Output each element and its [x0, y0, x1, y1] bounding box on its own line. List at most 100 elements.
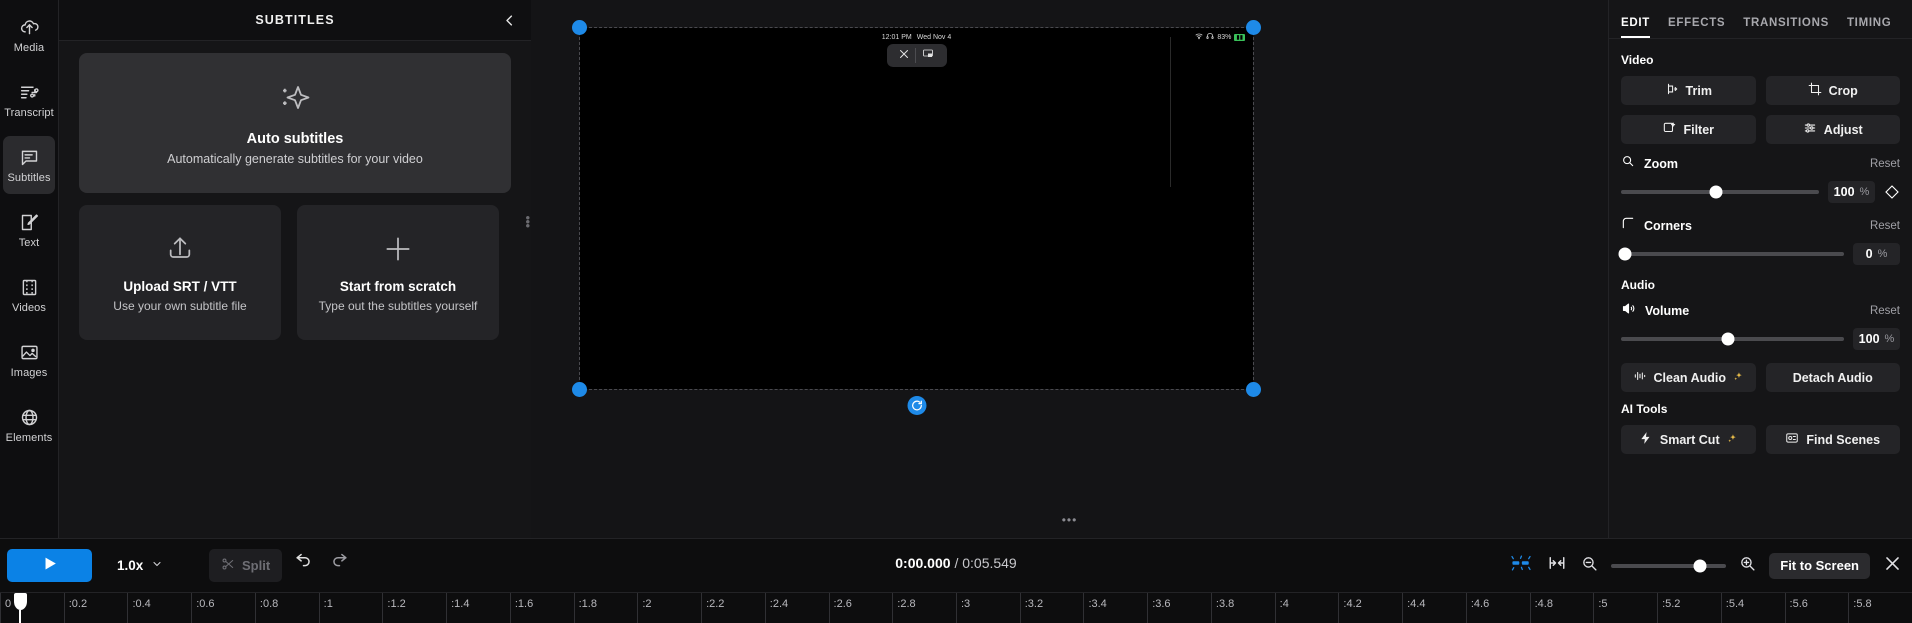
smart-cut-button[interactable]: Smart Cut — [1621, 425, 1756, 454]
plus-icon — [382, 233, 414, 270]
zoom-value-field[interactable]: 100 % — [1828, 181, 1875, 203]
film-icon — [19, 277, 40, 298]
button-label: Trim — [1685, 83, 1712, 98]
timeline-zoom-knob[interactable] — [1693, 559, 1707, 572]
ruler-tick: :1.2 — [382, 593, 406, 623]
ruler-tick: :4.8 — [1529, 593, 1553, 623]
playhead-head — [14, 593, 27, 610]
sidebar-item-media[interactable]: Media — [3, 6, 55, 64]
time-separator: / — [950, 555, 963, 571]
left-nav-rail: Media Transcript Subtitles Text Videos I… — [0, 0, 59, 538]
tab-effects[interactable]: EFFECTS — [1668, 17, 1725, 38]
sidebar-item-transcript[interactable]: Transcript — [3, 71, 55, 129]
inspector-body: Video Trim Crop Filter Adjust Zoom Reset… — [1609, 39, 1912, 454]
auto-subtitles-card[interactable]: Auto subtitles Automatically generate su… — [79, 53, 511, 193]
page-title: SUBTITLES — [255, 13, 335, 27]
zoom-unit: % — [1859, 186, 1870, 198]
subtitles-icon — [19, 147, 40, 168]
ruler-tick: :1 — [318, 593, 333, 623]
video-editor-app: Media Transcript Subtitles Text Videos I… — [0, 0, 1912, 623]
corners-value-field[interactable]: 0 % — [1853, 243, 1900, 265]
zoom-slider[interactable] — [1621, 185, 1819, 199]
diamond-keyframe-icon[interactable] — [1884, 184, 1900, 200]
inspector-panel: EDIT EFFECTS TRANSITIONS TIMING Video Tr… — [1608, 0, 1912, 538]
ruler-tick: :2.2 — [701, 593, 724, 623]
zoom-reset-button[interactable]: Reset — [1870, 158, 1900, 170]
resize-handle-bottom-right[interactable] — [1246, 382, 1261, 397]
bolt-icon — [1639, 431, 1653, 448]
filter-button[interactable]: Filter — [1621, 115, 1756, 144]
audio-sync-icon[interactable] — [1509, 553, 1533, 578]
ruler-tick: :3.4 — [1083, 593, 1107, 623]
upload-icon — [164, 233, 196, 270]
volume-value: 100 — [1858, 332, 1880, 346]
zoom-slider-knob[interactable] — [1709, 185, 1723, 199]
zoom-in-icon[interactable] — [1739, 555, 1756, 577]
corners-control: Corners Reset 0 % — [1618, 216, 1900, 265]
sidebar-item-label: Subtitles — [7, 171, 51, 184]
resize-handle-top-right[interactable] — [1246, 20, 1261, 35]
clean-audio-button[interactable]: Clean Audio — [1621, 363, 1756, 392]
crop-button[interactable]: Crop — [1765, 76, 1900, 105]
timeline-ruler[interactable]: 0:0.2:0.4:0.6:0.8:1:1.2:1.4:1.6:1.8:2:2.… — [0, 592, 1912, 623]
sidebar-item-text[interactable]: Text — [3, 201, 55, 259]
volume-reset-button[interactable]: Reset — [1870, 305, 1900, 317]
corners-slider[interactable] — [1618, 247, 1844, 261]
close-icon[interactable] — [898, 47, 910, 65]
bottom-toolbar: 1.0x Split 0:00.000 / 0:05.549 Fit to Sc… — [0, 538, 1912, 623]
start-from-scratch-card[interactable]: Start from scratch Type out the subtitle… — [297, 205, 499, 340]
volume-value-field[interactable]: 100 % — [1853, 328, 1900, 350]
video-buttons-grid: Trim Crop Filter Adjust — [1621, 76, 1900, 144]
timeline-zoom-slider[interactable] — [1611, 559, 1727, 572]
video-section-label: Video — [1621, 53, 1654, 67]
card-subtitle: Use your own subtitle file — [113, 298, 247, 313]
status-indicators: 83% ▮▮ — [1195, 32, 1245, 42]
resize-handle-bottom-left[interactable] — [572, 382, 587, 397]
fit-to-screen-button[interactable]: Fit to Screen — [1769, 552, 1870, 579]
zoom-out-icon[interactable] — [1581, 555, 1598, 577]
magnifier-icon — [1621, 154, 1635, 173]
ruler-tick: :2 — [637, 593, 652, 623]
card-title: Start from scratch — [339, 278, 457, 294]
close-icon[interactable] — [1883, 554, 1902, 578]
find-scenes-button[interactable]: Find Scenes — [1765, 425, 1900, 454]
chevron-left-icon[interactable] — [497, 8, 521, 32]
sidebar-item-subtitles[interactable]: Subtitles — [3, 136, 55, 194]
waveform-icon — [1633, 369, 1647, 386]
crop-icon — [1808, 82, 1822, 99]
volume-slider-knob[interactable] — [1721, 332, 1735, 346]
adjust-button[interactable]: Adjust — [1765, 115, 1900, 144]
scissors-icon — [221, 557, 235, 574]
fit-clip-icon[interactable] — [1546, 554, 1568, 577]
resize-handle-top-left[interactable] — [572, 20, 587, 35]
detach-audio-button[interactable]: Detach Audio — [1765, 363, 1900, 392]
sidebar-item-elements[interactable]: Elements — [3, 396, 55, 454]
ruler-tick: :4.4 — [1402, 593, 1425, 623]
transcript-icon — [19, 82, 40, 103]
sidebar-item-images[interactable]: Images — [3, 331, 55, 389]
tab-transitions[interactable]: TRANSITIONS — [1743, 17, 1829, 38]
timeline-drag-handle[interactable]: ••• — [1062, 513, 1078, 527]
trim-button[interactable]: Trim — [1621, 76, 1756, 105]
tab-edit[interactable]: EDIT — [1621, 17, 1650, 38]
upload-srt-vtt-card[interactable]: Upload SRT / VTT Use your own subtitle f… — [79, 205, 281, 340]
corners-reset-button[interactable]: Reset — [1870, 220, 1900, 232]
button-label: Adjust — [1823, 122, 1863, 137]
video-canvas[interactable]: 12:01 PM Wed Nov 4 83% ▮▮ — [572, 20, 1261, 415]
redo-button[interactable] — [330, 549, 349, 573]
undo-button[interactable] — [294, 549, 313, 573]
rotate-icon[interactable] — [907, 396, 926, 415]
play-button[interactable] — [7, 549, 92, 582]
playback-speed-dropdown[interactable]: 1.0x — [107, 549, 173, 582]
panel-resize-handle[interactable]: • • • — [525, 211, 530, 232]
split-button[interactable]: Split — [209, 549, 283, 582]
screen-capture-icon[interactable] — [921, 47, 935, 65]
corners-slider-knob[interactable] — [1618, 247, 1632, 261]
sidebar-item-label: Videos — [11, 301, 47, 314]
tab-timing[interactable]: TIMING — [1847, 17, 1891, 38]
ruler-tick: :0.6 — [191, 593, 215, 623]
sidebar-item-videos[interactable]: Videos — [3, 266, 55, 324]
transport-row: 1.0x Split 0:00.000 / 0:05.549 Fit to Sc… — [0, 539, 1912, 592]
volume-slider[interactable] — [1621, 332, 1844, 346]
panel-body: Auto subtitles Automatically generate su… — [59, 41, 531, 352]
